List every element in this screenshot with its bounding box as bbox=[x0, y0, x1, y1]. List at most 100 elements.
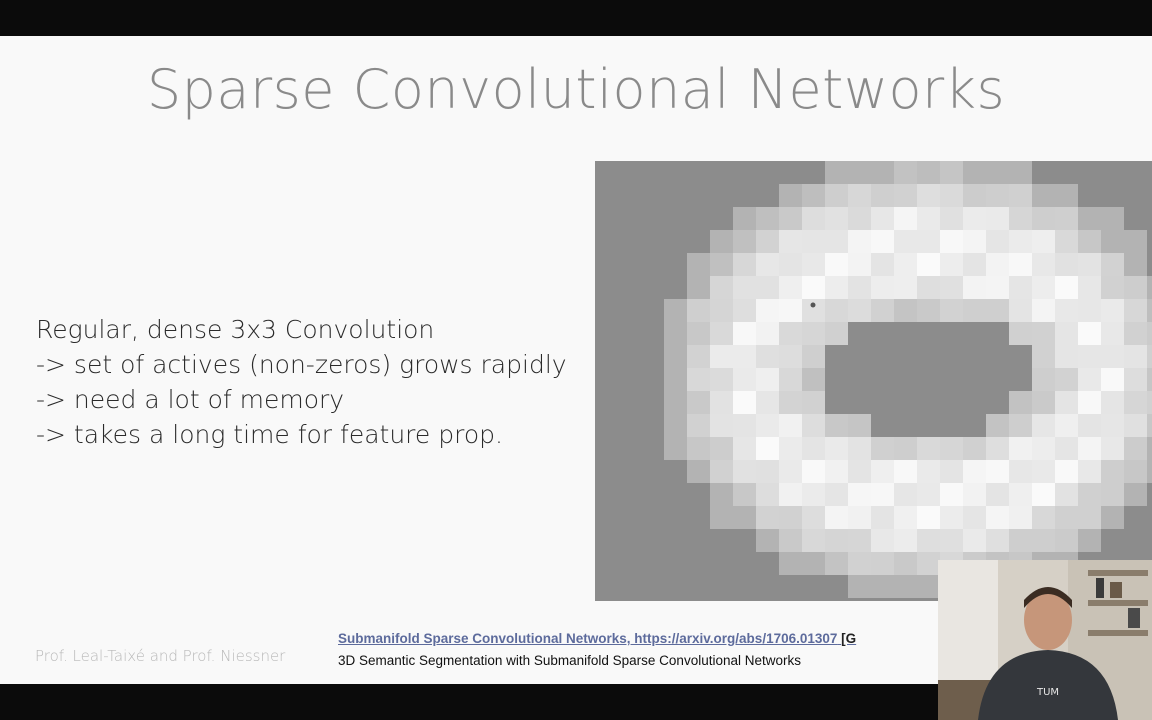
activation-pixel bbox=[1078, 276, 1101, 299]
activation-pixel bbox=[986, 414, 1009, 437]
activation-pixel bbox=[986, 483, 1009, 506]
activation-pixel bbox=[687, 437, 710, 460]
activation-pixel bbox=[802, 391, 825, 414]
activation-pixel bbox=[779, 230, 802, 253]
activation-pixel bbox=[1124, 460, 1147, 483]
activation-pixel bbox=[1101, 230, 1124, 253]
activation-pixel bbox=[779, 207, 802, 230]
activation-pixel bbox=[1055, 322, 1078, 345]
activation-pixel bbox=[1009, 506, 1032, 529]
activation-pixel bbox=[986, 184, 1009, 207]
activation-pixel bbox=[1009, 207, 1032, 230]
activation-pixel bbox=[986, 276, 1009, 299]
activation-pixel bbox=[802, 276, 825, 299]
activation-pixel bbox=[1032, 368, 1055, 391]
activation-pixel bbox=[1032, 322, 1055, 345]
activation-pixel bbox=[871, 276, 894, 299]
activation-pixel bbox=[687, 299, 710, 322]
pixelated-ring-activation-map bbox=[664, 161, 1152, 598]
activation-pixel bbox=[963, 460, 986, 483]
activation-pixel bbox=[1032, 299, 1055, 322]
activation-pixel bbox=[756, 207, 779, 230]
activation-pixel bbox=[1101, 506, 1124, 529]
reference-link-text[interactable]: Submanifold Sparse Convolutional Network… bbox=[338, 631, 837, 646]
activation-pixel bbox=[986, 529, 1009, 552]
activation-pixel bbox=[1009, 391, 1032, 414]
activation-pixel bbox=[1078, 414, 1101, 437]
activation-pixel bbox=[687, 253, 710, 276]
activation-pixel bbox=[1078, 230, 1101, 253]
activation-pixel bbox=[1124, 276, 1147, 299]
activation-pixel bbox=[940, 253, 963, 276]
presenter-webcam: TUM bbox=[938, 560, 1152, 720]
activation-pixel bbox=[733, 483, 756, 506]
activation-pixel bbox=[710, 322, 733, 345]
activation-pixel bbox=[1147, 299, 1152, 322]
activation-pixel bbox=[756, 299, 779, 322]
activation-pixel bbox=[1055, 506, 1078, 529]
activation-pixel bbox=[940, 460, 963, 483]
activation-pixel bbox=[1032, 184, 1055, 207]
activation-pixel bbox=[733, 391, 756, 414]
activation-pixel bbox=[871, 184, 894, 207]
activation-pixel bbox=[733, 322, 756, 345]
activation-pixel bbox=[1032, 460, 1055, 483]
activation-pixel bbox=[848, 184, 871, 207]
activation-pixel bbox=[779, 184, 802, 207]
activation-pixel bbox=[1078, 253, 1101, 276]
activation-pixel bbox=[917, 253, 940, 276]
activation-pixel bbox=[779, 414, 802, 437]
activation-pixel bbox=[940, 506, 963, 529]
activation-pixel bbox=[1124, 483, 1147, 506]
activation-pixel bbox=[664, 414, 687, 437]
activation-pixel bbox=[848, 207, 871, 230]
activation-pixel bbox=[1101, 483, 1124, 506]
activation-pixel bbox=[779, 552, 802, 575]
activation-pixel bbox=[1009, 437, 1032, 460]
footer-authors: Prof. Leal-Taixé and Prof. Niessner bbox=[35, 647, 286, 665]
cursor-dot bbox=[810, 302, 816, 308]
activation-pixel bbox=[894, 230, 917, 253]
activation-pixel bbox=[1078, 437, 1101, 460]
activation-pixel bbox=[687, 345, 710, 368]
activation-pixel bbox=[940, 230, 963, 253]
activation-pixel bbox=[779, 299, 802, 322]
activation-pixel bbox=[940, 437, 963, 460]
activation-pixel bbox=[1009, 230, 1032, 253]
activation-pixel bbox=[1101, 322, 1124, 345]
activation-pixel bbox=[848, 529, 871, 552]
activation-pixel bbox=[1101, 207, 1124, 230]
activation-pixel bbox=[871, 161, 894, 184]
activation-pixel bbox=[710, 368, 733, 391]
activation-pixel bbox=[871, 230, 894, 253]
bullet-item: -> need a lot of memory bbox=[36, 385, 345, 414]
activation-pixel bbox=[687, 414, 710, 437]
activation-pixel bbox=[825, 322, 848, 345]
activation-pixel bbox=[779, 437, 802, 460]
activation-pixel bbox=[1147, 460, 1152, 483]
activation-pixel bbox=[733, 368, 756, 391]
activation-pixel bbox=[1101, 437, 1124, 460]
activation-pixel bbox=[871, 437, 894, 460]
activation-pixel bbox=[894, 253, 917, 276]
activation-pixel bbox=[664, 322, 687, 345]
activation-pixel bbox=[963, 207, 986, 230]
activation-pixel bbox=[1032, 345, 1055, 368]
activation-pixel bbox=[1078, 460, 1101, 483]
activation-pixel bbox=[848, 552, 871, 575]
bullet-item: -> set of actives (non-zeros) grows rapi… bbox=[36, 350, 567, 379]
activation-pixel bbox=[1055, 437, 1078, 460]
reference-link[interactable]: Submanifold Sparse Convolutional Network… bbox=[338, 631, 856, 646]
reference-caption: 3D Semantic Segmentation with Submanifol… bbox=[338, 653, 801, 668]
activation-pixel bbox=[917, 207, 940, 230]
activation-pixel bbox=[1101, 253, 1124, 276]
activation-pixel bbox=[733, 299, 756, 322]
activation-pixel bbox=[1032, 414, 1055, 437]
activation-pixel bbox=[917, 529, 940, 552]
activation-pixel bbox=[940, 529, 963, 552]
activation-pixel bbox=[1032, 391, 1055, 414]
activation-pixel bbox=[1009, 299, 1032, 322]
reference-tag: [G bbox=[841, 631, 857, 646]
activation-pixel bbox=[825, 253, 848, 276]
activation-pixel bbox=[871, 552, 894, 575]
